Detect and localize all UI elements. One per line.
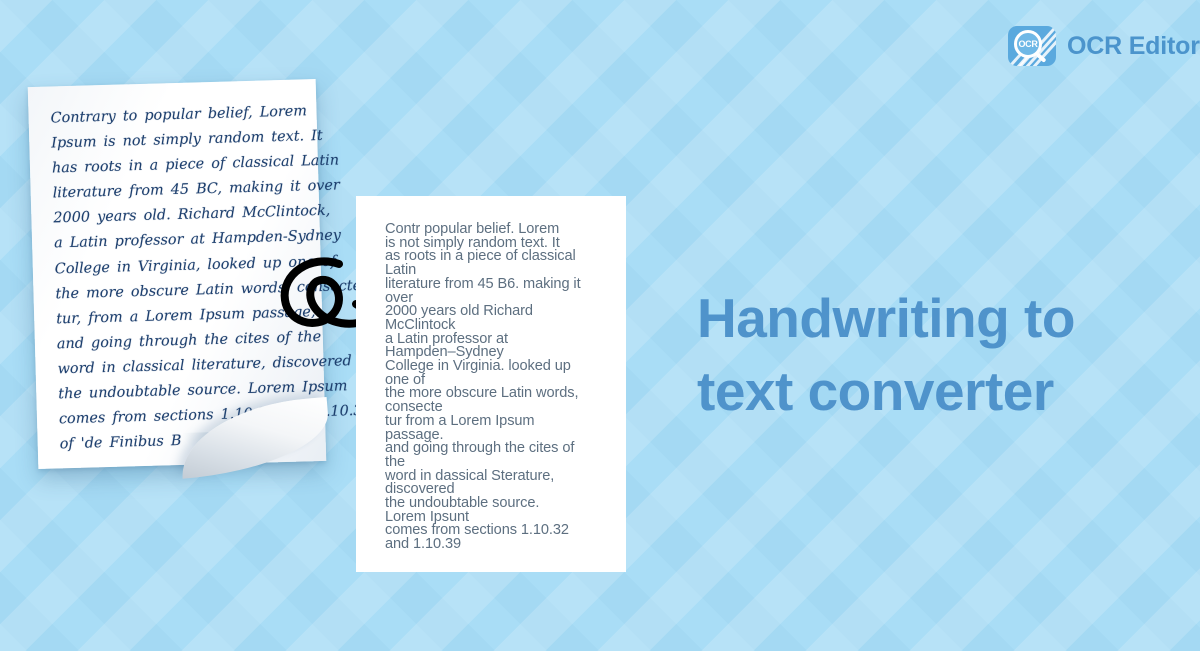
logo-badge-text: OCR [1018, 39, 1038, 49]
ocr-editor-banner: OCR OCR Editor Handwriting to text conve… [0, 0, 1200, 651]
brand-logo[interactable]: OCR OCR Editor [1008, 26, 1200, 66]
ocr-magnifier-icon: OCR [1008, 26, 1056, 66]
converted-line: and 1.10.39 [385, 536, 461, 553]
brand-name: OCR Editor [1067, 31, 1200, 60]
converted-line: and going through the cites of [385, 440, 575, 457]
headline-line-2: text converter [697, 360, 1054, 423]
page-headline: Handwriting to text converter [697, 282, 1167, 428]
converted-text-card: Contr popular belief. Lorem is not simply… [356, 196, 626, 572]
converted-line: literature from 45 B6. making it [385, 275, 581, 292]
converted-line: as roots in a piece of classical [385, 248, 576, 265]
headline-line-1: Handwriting to [697, 287, 1075, 349]
converted-text: Contr popular belief. Lorem is not simply… [385, 222, 612, 553]
